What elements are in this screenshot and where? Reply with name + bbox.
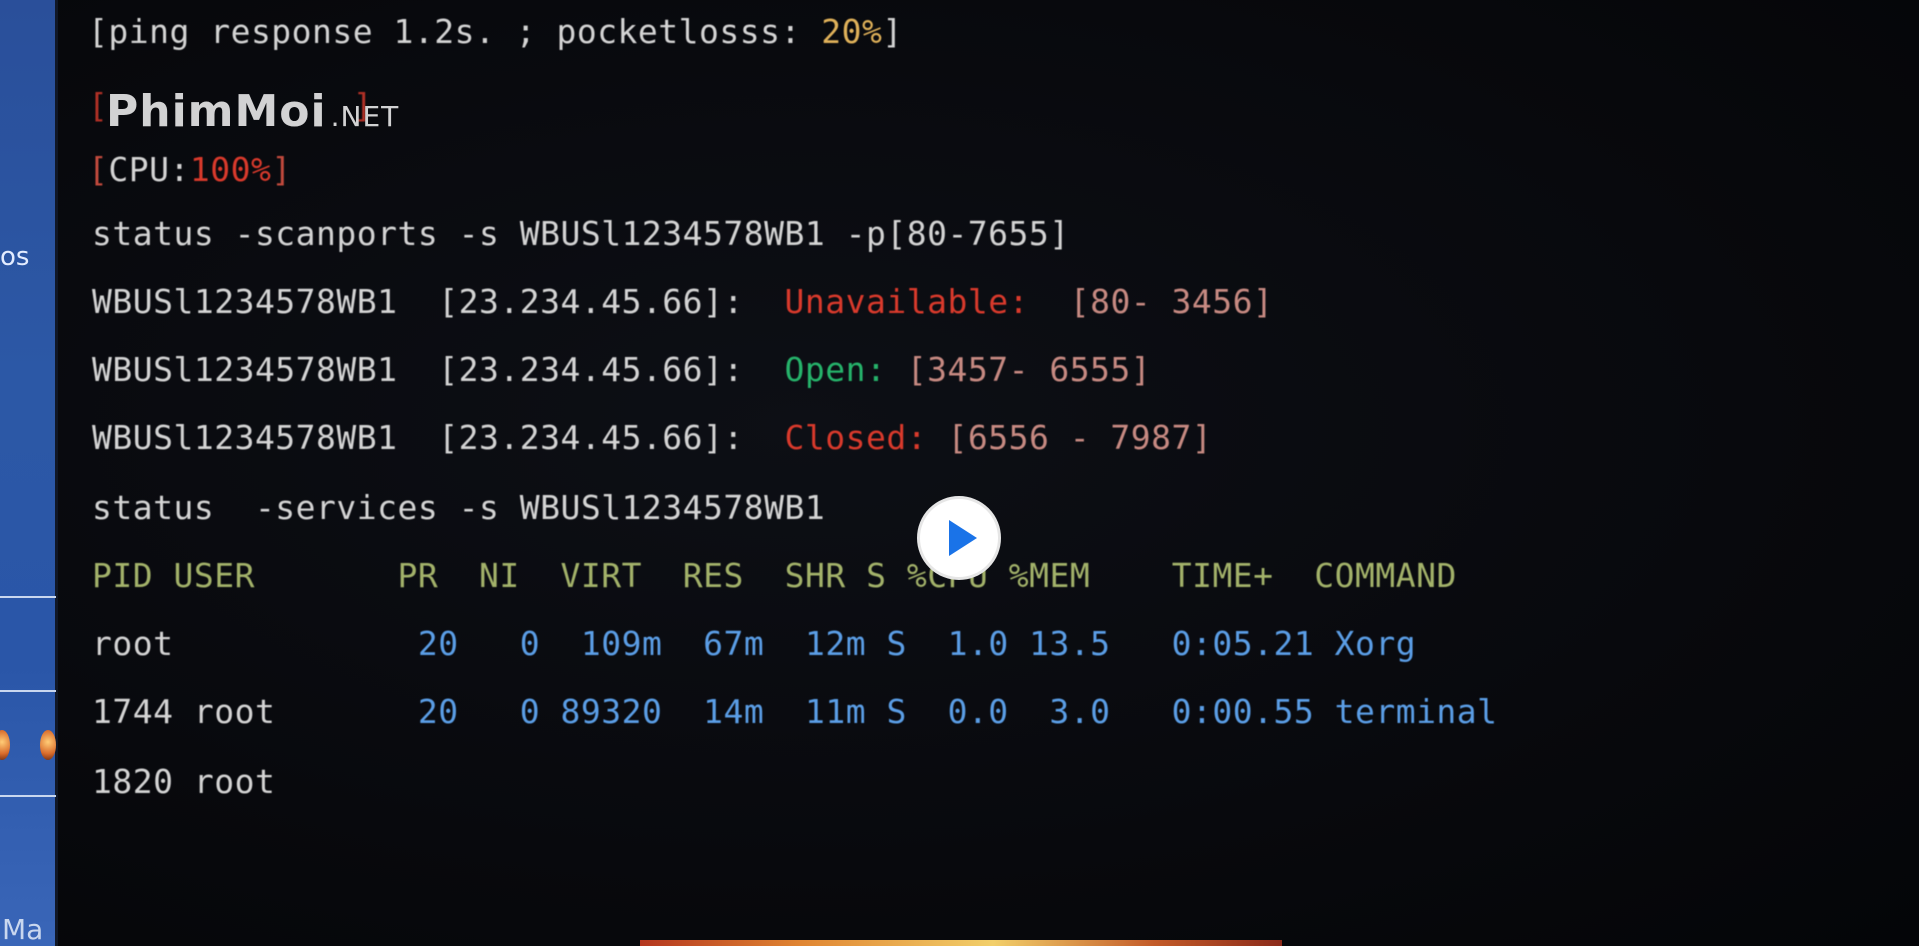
services-command-line: status -services -s WBUSl1234578WB1 [92, 488, 826, 527]
scan-range: [80- 3456] [1069, 282, 1274, 321]
col-header-shr: SHR [784, 556, 846, 595]
process-time: 0:05.21 [1171, 624, 1315, 663]
scan-ip: [23.234.45.66]: [438, 418, 744, 457]
scan-command-line: status -scanports -s WBUSl1234578WB1 -p[… [92, 214, 1070, 253]
col-header-pid: PID [92, 556, 154, 595]
scan-result-row: WBUSl1234578WB1 [23.234.45.66]: Open: [3… [92, 350, 1151, 389]
scan-status: Open: [784, 350, 887, 389]
terminal-window[interactable]: [ping response 1.2s. ; pocketlosss: 20%]… [58, 0, 1919, 946]
process-pid-user: root [92, 624, 174, 663]
sidebar-divider [0, 795, 56, 797]
cpu-label: CPU: [108, 150, 190, 189]
cpu-line: [CPU:100%] [88, 150, 292, 189]
process-pr: 20 [417, 624, 459, 663]
process-ni: 0 [519, 692, 541, 731]
scan-host: WBUSl1234578WB1 [92, 350, 398, 389]
process-ni: 0 [519, 624, 541, 663]
process-mem: 3.0 [1049, 692, 1111, 731]
watermark-brand: PhimMoi [106, 86, 327, 137]
col-header-pr: PR [397, 556, 439, 595]
process-time: 0:00.55 [1171, 692, 1315, 731]
process-pr: 20 [417, 692, 459, 731]
desktop-sidebar: os Ma [0, 0, 58, 946]
process-table-header: PID USER PR NI VIRT RES SHR S %CPU %MEM … [92, 556, 1457, 595]
process-cpu: 0.0 [947, 692, 1009, 731]
play-button[interactable] [917, 496, 1001, 580]
process-pid-user: 1744 root [92, 692, 276, 731]
col-header-res: RES [682, 556, 744, 595]
process-row: 1820 root [92, 762, 275, 801]
process-virt: 109m [580, 624, 663, 663]
scan-status: Unavailable: [784, 282, 1029, 321]
scan-range: [6556 - 7987] [947, 418, 1213, 457]
sidebar-divider [0, 596, 56, 598]
col-header-time: TIME+ [1171, 556, 1274, 595]
cpu-open-bracket: [ [88, 150, 109, 189]
col-header-virt: VIRT [560, 556, 643, 595]
video-thumbnail[interactable] [640, 940, 1282, 946]
scan-result-row: WBUSl1234578WB1 [23.234.45.66]: Closed: … [92, 418, 1212, 457]
process-cpu: 1.0 [947, 624, 1009, 663]
col-header-mem: %MEM [1008, 556, 1091, 595]
sidebar-divider [0, 690, 56, 692]
col-header-user: USER [173, 556, 255, 595]
col-header-s: S [866, 556, 887, 595]
cpu-close-bracket: ] [271, 150, 292, 189]
scan-result-row: WBUSl1234578WB1 [23.234.45.66]: Unavaila… [92, 282, 1273, 321]
ping-suffix: ] [882, 12, 903, 51]
process-pid-user: 1820 root [92, 762, 276, 801]
play-icon [949, 520, 977, 556]
process-row: 1744 root 20 0 89320 14m 11m S 0.0 3.0 0… [92, 692, 1498, 731]
desktop-app-icon[interactable] [40, 730, 56, 760]
watermark-logo: PhimMoi .NET [106, 86, 399, 137]
scan-range: [3457- 6555] [906, 350, 1152, 389]
process-state: S [886, 692, 907, 731]
process-state: S [886, 624, 907, 663]
ping-loss-value: 20% [821, 12, 883, 51]
scan-ip: [23.234.45.66]: [438, 282, 744, 321]
watermark-suffix: .NET [330, 100, 400, 133]
scan-host: WBUSl1234578WB1 [92, 418, 398, 457]
process-mem: 13.5 [1029, 624, 1111, 663]
process-shr: 12m [804, 624, 867, 663]
ping-prefix: [ping response 1.2s. ; pocketlosss: [88, 12, 822, 51]
process-virt: 89320 [560, 692, 663, 731]
process-shr: 11m [804, 692, 867, 731]
process-res: 14m [703, 692, 765, 731]
sidebar-bottom-label: Ma [2, 913, 44, 946]
col-header-ni: NI [479, 556, 520, 595]
scan-host: WBUSl1234578WB1 [92, 282, 398, 321]
process-res: 67m [703, 624, 765, 663]
desktop-app-icon[interactable] [0, 730, 10, 760]
sidebar-fragment-text: os [0, 242, 30, 272]
cpu-value: 100% [189, 150, 272, 189]
process-command: terminal [1334, 692, 1498, 731]
col-header-command: COMMAND [1314, 556, 1457, 595]
process-command: Xorg [1334, 624, 1417, 663]
ping-line: [ping response 1.2s. ; pocketlosss: 20%] [88, 12, 903, 51]
process-row: root 20 0 109m 67m 12m S 1.0 13.5 0:05.2… [92, 624, 1416, 663]
scan-status: Closed: [784, 418, 928, 457]
scan-ip: [23.234.45.66]: [438, 350, 744, 389]
